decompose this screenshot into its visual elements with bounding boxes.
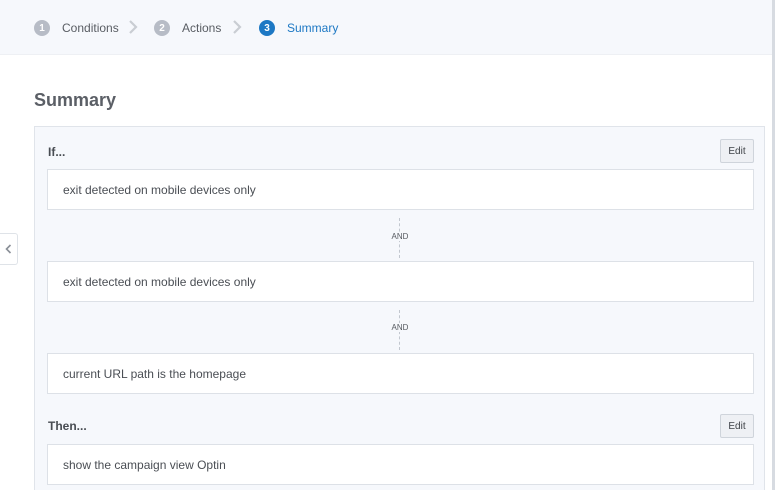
then-section-label: Then... — [48, 419, 87, 433]
edit-actions-button[interactable]: Edit — [720, 414, 754, 438]
if-section-label: If... — [48, 145, 66, 159]
chevron-right-icon — [233, 20, 242, 34]
page-title: Summary — [34, 90, 117, 110]
condition-item: current URL path is the homepage — [47, 353, 754, 394]
wizard-stepper: 1 Conditions 2 Actions 3 Summary — [0, 0, 775, 55]
step-label: Actions — [182, 21, 222, 35]
step-number: 1 — [34, 20, 50, 36]
step-number: 3 — [259, 20, 275, 36]
chevron-right-icon — [129, 20, 138, 34]
step-conditions[interactable]: 1 Conditions — [34, 19, 119, 37]
step-label: Summary — [287, 21, 339, 35]
and-connector-label: AND — [385, 232, 415, 241]
and-connector-label: AND — [385, 323, 415, 332]
chevron-left-icon — [5, 244, 12, 254]
condition-item: exit detected on mobile devices only — [47, 169, 754, 210]
edit-conditions-button[interactable]: Edit — [720, 139, 754, 163]
summary-panel: If... Edit exit detected on mobile devic… — [34, 126, 765, 490]
step-summary[interactable]: 3 Summary — [259, 19, 338, 37]
step-actions[interactable]: 2 Actions — [154, 19, 221, 37]
action-item: show the campaign view Optin — [47, 444, 754, 485]
step-label: Conditions — [62, 21, 119, 35]
sidebar-toggle-button[interactable] — [0, 233, 18, 265]
condition-item: exit detected on mobile devices only — [47, 261, 754, 302]
step-number: 2 — [154, 20, 170, 36]
